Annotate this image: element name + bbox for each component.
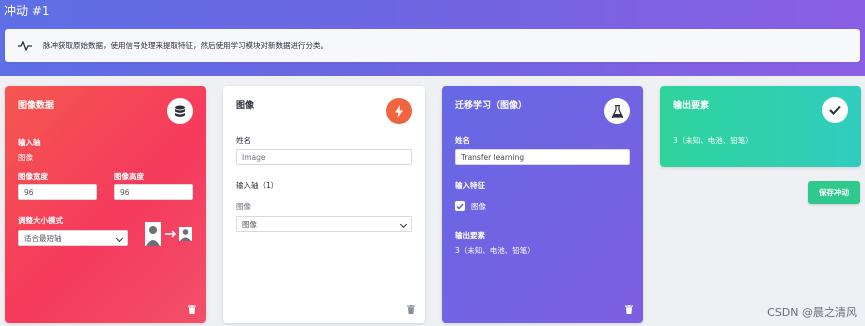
resize-mode-select[interactable]: 适合最短轴 — [18, 230, 128, 246]
transfer-name-input[interactable]: Transfer learning — [455, 149, 630, 165]
output-features-card: 输出要素 3（未知、电池、铅笔） — [660, 86, 861, 167]
transfer-learning-card: 迁移学习（图像） 姓名 Transfer learning 输入特征 图像 输出… — [442, 86, 643, 323]
image-width-label: 图像宽度 — [18, 172, 48, 181]
image-data-card: 图像数据 输入轴 图像 图像宽度 96 图像高度 96 调整大小模式 适合最短轴 — [5, 86, 206, 323]
check-icon — [822, 97, 848, 123]
transfer-output-value: 3（未知、电池、铅笔） — [455, 246, 535, 255]
resize-illustration-icon — [145, 222, 192, 246]
delete-icon[interactable] — [407, 305, 415, 314]
input-features-label: 输入特征 — [455, 181, 485, 190]
pulse-icon — [18, 40, 32, 51]
image-data-title: 图像数据 — [18, 101, 55, 111]
image-name-input[interactable]: Image — [236, 149, 412, 165]
feature-checkbox-label: 图像 — [471, 202, 486, 211]
transfer-name-label: 姓名 — [455, 136, 470, 145]
delete-icon[interactable] — [625, 305, 633, 314]
image-card: 图像 姓名 Image 输入轴（1） 图像 图像 — [223, 86, 425, 323]
image-height-label: 图像高度 — [114, 172, 144, 181]
save-impulse-button[interactable]: 保存冲动 — [808, 181, 860, 204]
axis-option-label: 图像 — [236, 202, 251, 211]
resize-mode-label: 调整大小模式 — [18, 216, 63, 225]
output-features-value: 3（未知、电池、铅笔） — [673, 136, 753, 145]
image-title: 图像 — [236, 101, 255, 111]
info-bar: 脉冲获取原始数据，使用信号处理来提取特征，然后使用学习模块对新数据进行分类。 — [5, 29, 860, 62]
flask-icon — [604, 98, 630, 124]
watermark: CSDN @晨之清风 — [767, 306, 857, 319]
check-mark-icon — [456, 203, 464, 210]
feature-checkbox[interactable] — [455, 201, 465, 211]
transfer-learning-title: 迁移学习（图像） — [455, 101, 528, 111]
input-axes-label: 输入轴（1） — [236, 181, 279, 190]
input-axis-value: 图像 — [18, 153, 33, 162]
axis-select[interactable]: 图像 — [236, 216, 412, 232]
page-title: 冲动 #1 — [4, 4, 50, 18]
database-icon — [167, 98, 193, 124]
transfer-output-label: 输出要素 — [455, 231, 485, 240]
image-width-input[interactable]: 96 — [18, 184, 97, 200]
image-height-input[interactable]: 96 — [114, 184, 193, 200]
input-axis-label: 输入轴 — [18, 138, 41, 147]
image-name-label: 姓名 — [236, 136, 251, 145]
info-text: 脉冲获取原始数据，使用信号处理来提取特征，然后使用学习模块对新数据进行分类。 — [43, 41, 328, 50]
delete-icon[interactable] — [188, 305, 196, 314]
output-features-title: 输出要素 — [673, 101, 710, 111]
bolt-icon — [386, 98, 412, 124]
